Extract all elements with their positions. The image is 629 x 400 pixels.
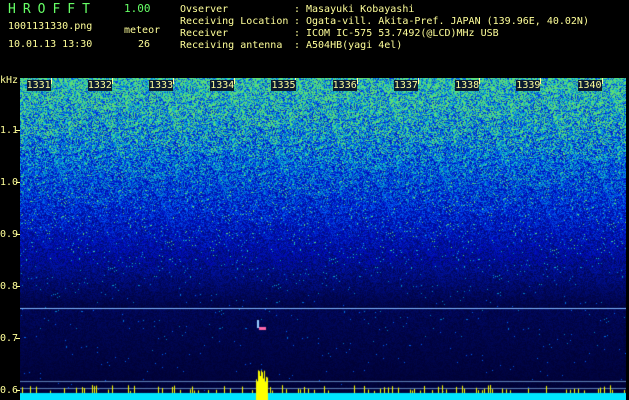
info-key: Receiving Location (180, 16, 289, 27)
observation-datetime: 10.01.13 13:30 (8, 39, 93, 50)
app-version: 1.00 (124, 2, 151, 15)
info-key: Receiving antenna (180, 40, 283, 51)
x-tick-mark (50, 78, 52, 84)
x-tick-label: 1340 (577, 80, 602, 91)
x-tick-mark (601, 78, 603, 84)
header-panel: HROFFT 1.00 1001131330.png meteor 10.01.… (0, 0, 629, 78)
info-value: A504HB(yagi 4el) (306, 40, 403, 51)
y-axis: kHz 1.1 1.0 0.9 0.8 0.7 0.6 (0, 75, 20, 400)
info-value: ICOM IC-575 53.7492(@LCD)MHz USB (306, 28, 499, 39)
info-key: Ovserver (180, 4, 229, 15)
x-tick-label: 1332 (87, 80, 112, 91)
station-info: Ovserver: Masayuki Kobayashi Receiving Lo… (180, 4, 589, 52)
x-tick-mark (295, 78, 297, 84)
y-axis-unit: kHz (0, 75, 19, 86)
x-tick-label: 1337 (393, 80, 418, 91)
info-value: Masayuki Kobayashi (306, 4, 415, 15)
x-tick-label: 1333 (149, 80, 174, 91)
x-tick-mark (540, 78, 542, 84)
x-tick-label: 1331 (26, 80, 51, 91)
info-value: Ogata-vill. Akita-Pref. JAPAN (139.96E, … (306, 16, 589, 27)
meteor-label: meteor (124, 25, 161, 36)
info-row-location: Receiving Location: Ogata-vill. Akita-Pre… (180, 16, 589, 27)
x-tick-label: 1336 (332, 80, 357, 91)
image-filename: 1001131330.png (8, 21, 93, 32)
x-tick-mark (356, 78, 358, 84)
info-row-observer: Ovserver: Masayuki Kobayashi (180, 4, 415, 15)
spectrogram (20, 78, 626, 400)
x-tick-label: 1338 (455, 80, 480, 91)
x-tick-label: 1339 (516, 80, 541, 91)
x-tick-mark (479, 78, 481, 84)
x-tick-mark (173, 78, 175, 84)
meteor-count: 26 (138, 39, 151, 50)
x-tick-label: 1335 (271, 80, 296, 91)
info-key: Receiver (180, 28, 229, 39)
app-brand: HROFFT (8, 2, 97, 17)
x-tick-label: 1334 (210, 80, 235, 91)
info-row-receiver: Receiver: ICOM IC-575 53.7492(@LCD)MHz US… (180, 28, 499, 39)
info-row-antenna: Receiving antenna: A504HB(yagi 4el) (180, 40, 403, 51)
spectrogram-canvas (20, 78, 626, 400)
x-tick-mark (111, 78, 113, 84)
x-tick-mark (234, 78, 236, 84)
x-tick-mark (417, 78, 419, 84)
